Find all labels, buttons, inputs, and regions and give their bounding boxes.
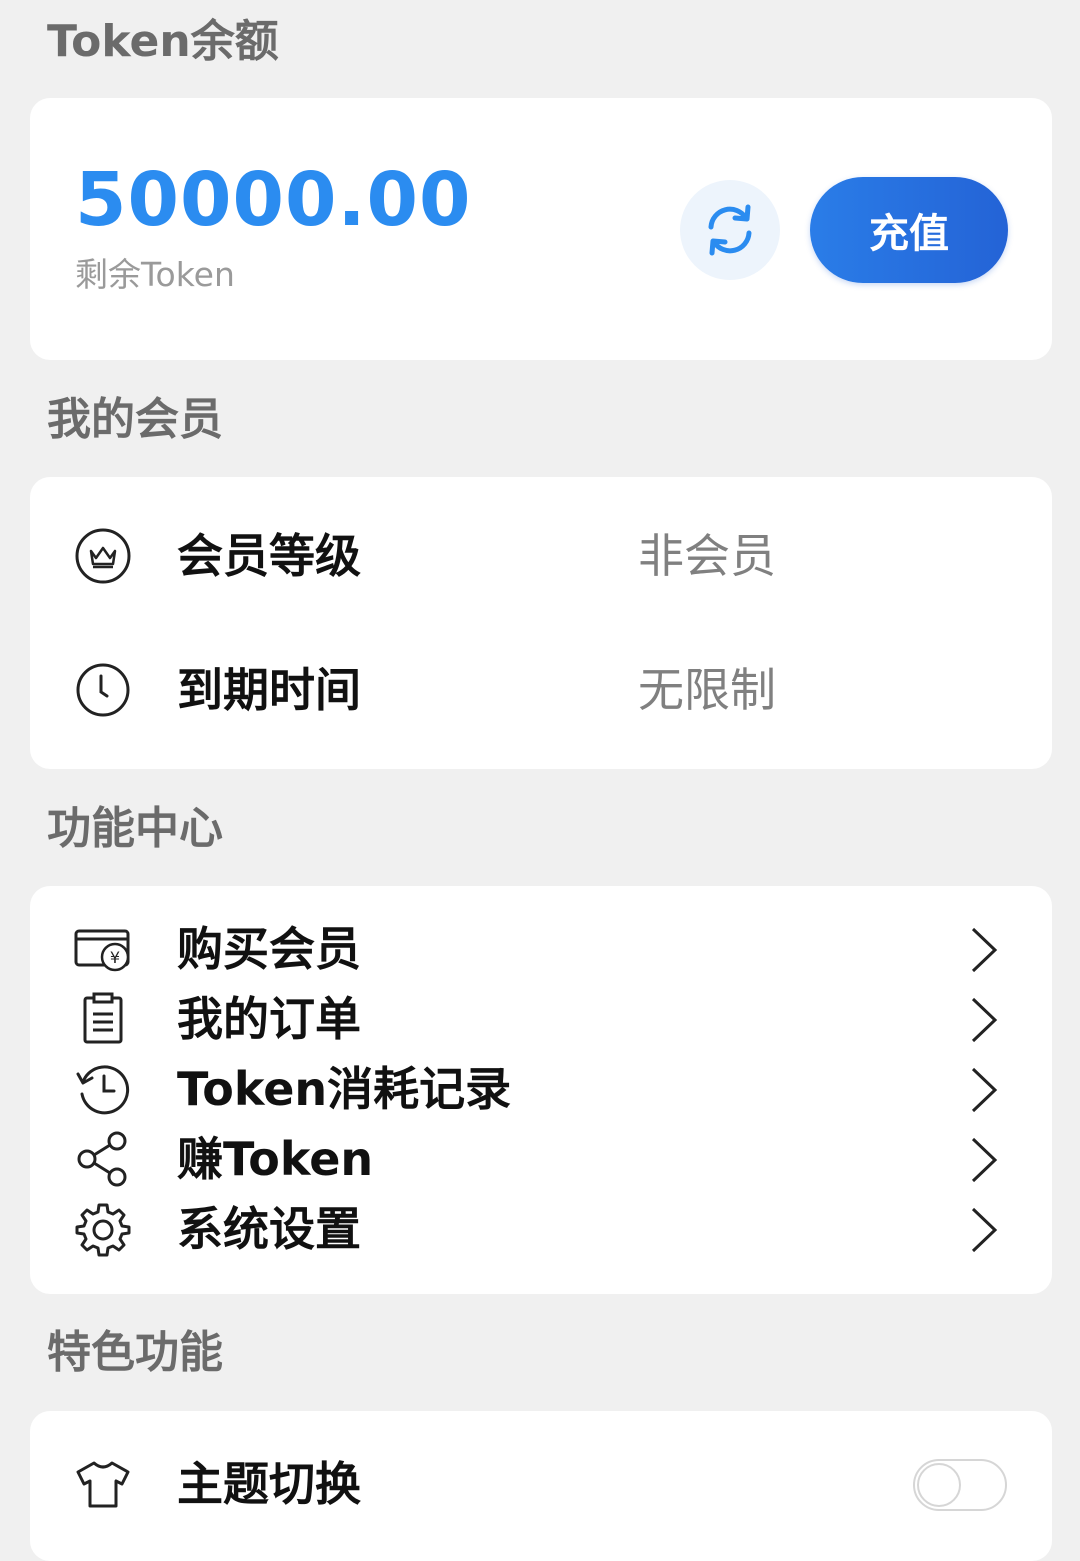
toggle-knob [917,1463,961,1507]
function-center-card: ¥ 购买会员 我的订单 Token消耗记录 赚Token 系统设置 [30,886,1052,1294]
membership-level-value: 非会员 [638,529,776,583]
gear-icon [72,1198,134,1260]
menu-item-earn-token[interactable]: 赚Token [30,1128,1052,1192]
featured-card: 主题切换 [30,1411,1052,1561]
chevron-right-icon [971,1207,998,1253]
theme-switch-label: 主题切换 [177,1457,361,1511]
menu-item-buy-membership[interactable]: ¥ 购买会员 [30,918,1052,982]
menu-item-label: 系统设置 [177,1202,361,1256]
recharge-button[interactable]: 充值 [810,177,1008,283]
menu-item-label: Token消耗记录 [177,1062,512,1116]
menu-item-my-orders[interactable]: 我的订单 [30,988,1052,1052]
membership-level-label: 会员等级 [177,529,361,583]
refresh-button[interactable] [680,180,780,280]
wallet-yen-icon: ¥ [72,918,134,980]
expiry-label: 到期时间 [177,663,361,717]
chevron-right-icon [971,1067,998,1113]
shirt-icon [72,1453,134,1515]
membership-title: 我的会员 [47,394,223,445]
token-remaining-label: 剩余Token [75,255,235,294]
membership-level-row: 会员等级 非会员 [30,525,1052,587]
function-center-title: 功能中心 [47,803,223,854]
clock-icon [72,659,134,721]
history-icon [72,1058,134,1120]
expiry-value: 无限制 [638,663,776,717]
menu-item-label: 购买会员 [177,922,361,976]
svg-text:¥: ¥ [110,948,120,967]
chevron-right-icon [971,1137,998,1183]
menu-item-label: 我的订单 [177,992,361,1046]
menu-item-label: 赚Token [177,1132,374,1186]
theme-switch-row: 主题切换 [30,1453,1052,1517]
theme-toggle[interactable] [913,1459,1007,1511]
membership-card: 会员等级 非会员 到期时间 无限制 [30,477,1052,769]
expiry-row: 到期时间 无限制 [30,659,1052,721]
token-balance-title: Token余额 [47,16,279,67]
token-balance-card: 50000.00 剩余Token 充值 [30,98,1052,360]
clipboard-icon [72,988,134,1050]
share-icon [72,1128,134,1190]
chevron-right-icon [971,997,998,1043]
menu-item-token-history[interactable]: Token消耗记录 [30,1058,1052,1122]
token-amount: 50000.00 [75,157,472,243]
refresh-icon [708,204,752,256]
crown-icon [72,525,134,587]
featured-title: 特色功能 [47,1327,223,1378]
chevron-right-icon [971,927,998,973]
menu-item-system-settings[interactable]: 系统设置 [30,1198,1052,1262]
